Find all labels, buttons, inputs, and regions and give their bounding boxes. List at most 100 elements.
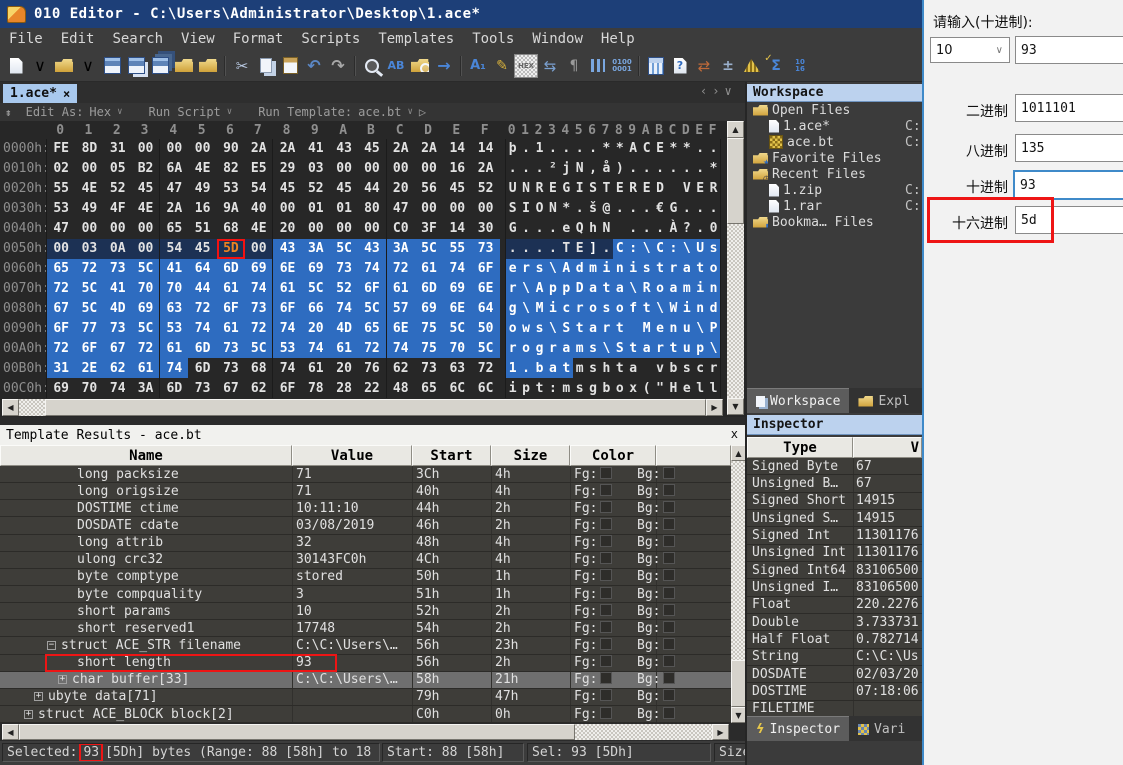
dock-tab-workspace[interactable]: Workspace [747, 388, 849, 413]
ascii-char[interactable]: U [506, 179, 519, 199]
hex-byte[interactable]: 82 [217, 159, 245, 179]
ascii-char[interactable]: S [586, 179, 599, 199]
hex-byte[interactable]: 75 [415, 338, 443, 358]
ascii-char[interactable]: ² [546, 159, 559, 179]
ascii-char[interactable]: " [653, 378, 666, 398]
inspector-row[interactable]: Unsigned S…14915 [747, 510, 922, 527]
inspector-rows[interactable]: Signed Byte67Unsigned B…67Signed Short14… [747, 458, 922, 718]
hex-byte[interactable]: 31 [104, 139, 132, 159]
ascii-char[interactable]: M [533, 298, 546, 318]
hex-byte[interactable]: 52 [302, 179, 330, 199]
hex-byte[interactable]: 65 [47, 259, 75, 279]
ascii-char[interactable]: P [707, 318, 720, 338]
hex-byte[interactable]: 6F [358, 278, 386, 298]
ascii-char[interactable]: C [640, 139, 653, 159]
hex-byte[interactable]: 6E [471, 278, 499, 298]
inspector-row[interactable]: Signed Short14915 [747, 493, 922, 510]
hex-byte[interactable]: 52 [330, 278, 358, 298]
ascii-char[interactable]: t [653, 259, 666, 279]
ascii-char[interactable]: r [667, 259, 680, 279]
hex-byte[interactable]: 6D [188, 338, 216, 358]
hex-byte[interactable]: 63 [443, 358, 471, 378]
converter-field-3[interactable]: 93 [1013, 170, 1123, 200]
hex-byte[interactable]: 43 [358, 239, 386, 259]
hex-row[interactable]: 0030h:53494F4E2A169A400001018047000000SI… [0, 199, 727, 219]
hex-byte[interactable]: 6F [273, 378, 301, 398]
paste-icon[interactable] [278, 54, 302, 78]
template-row[interactable]: short length9356h2hFg:Bg: [0, 655, 731, 672]
ascii-char[interactable]: S [560, 318, 573, 338]
hex-byte[interactable]: 00 [273, 199, 301, 219]
ascii-char[interactable]: t [600, 278, 613, 298]
expand-icon[interactable]: + [34, 692, 43, 701]
expand-icon[interactable]: + [24, 710, 33, 719]
ascii-char[interactable]: r [600, 318, 613, 338]
ascii-char[interactable]: G [667, 199, 680, 219]
hex-byte[interactable]: 53 [273, 338, 301, 358]
ascii-char[interactable]: r [573, 298, 586, 318]
find-icon[interactable] [360, 54, 384, 78]
inspector-row[interactable]: Double3.733731 [747, 614, 922, 631]
template-row[interactable]: +char buffer[33]C:\C:\Users\…58h21hFg:Bg… [0, 672, 731, 689]
ascii-char[interactable]: * [613, 139, 626, 159]
ascii-char[interactable]: N [573, 159, 586, 179]
ascii-char[interactable]: . [640, 159, 653, 179]
ascii-char[interactable]: E [640, 179, 653, 199]
hex-byte[interactable]: 45 [358, 139, 386, 159]
hex-byte[interactable]: 61 [415, 259, 443, 279]
hex-byte[interactable]: 61 [273, 278, 301, 298]
hex-byte[interactable]: 5C [330, 239, 358, 259]
ascii-char[interactable]: u [680, 338, 693, 358]
hex-byte[interactable]: 74 [245, 278, 273, 298]
hex-byte[interactable]: 90 [217, 139, 245, 159]
ascii-char[interactable]: i [546, 298, 559, 318]
ascii-char[interactable]: o [653, 278, 666, 298]
hex-byte[interactable]: 74 [160, 358, 188, 378]
ascii-char[interactable]: u [680, 318, 693, 338]
hex-byte[interactable]: 22 [358, 378, 386, 398]
hex-byte[interactable]: 41 [160, 259, 188, 279]
hex-byte[interactable]: 29 [273, 159, 301, 179]
hex-byte[interactable]: 00 [302, 219, 330, 239]
hex-byte[interactable]: 28 [330, 378, 358, 398]
hex-byte[interactable]: 00 [415, 199, 443, 219]
ascii-char[interactable]: . [533, 219, 546, 239]
ascii-char[interactable]: € [653, 199, 666, 219]
ascii-char[interactable]: \ [546, 259, 559, 279]
ascii-char[interactable]: a [640, 338, 653, 358]
ascii-char[interactable]: t [693, 259, 706, 279]
ascii-char[interactable]: \ [653, 298, 666, 318]
hex-byte[interactable]: 6A [160, 159, 188, 179]
hex-byte[interactable]: 30 [471, 219, 499, 239]
hex-byte[interactable]: 67 [217, 378, 245, 398]
hex-byte[interactable]: 40 [245, 199, 273, 219]
hex-byte[interactable]: 03 [302, 159, 330, 179]
ascii-char[interactable]: e [680, 378, 693, 398]
hex-byte[interactable]: 5C [471, 338, 499, 358]
ascii-char[interactable]: N [546, 199, 559, 219]
bg-color-swatch[interactable] [663, 707, 675, 719]
ascii-char[interactable]: A [627, 139, 640, 159]
ascii-char[interactable]: I [573, 179, 586, 199]
hex-byte[interactable]: 6F [273, 298, 301, 318]
bg-color-swatch[interactable] [663, 655, 675, 667]
ascii-char[interactable]: D [573, 278, 586, 298]
hex-byte[interactable]: 73 [188, 378, 216, 398]
hex-byte[interactable]: 6F [47, 318, 75, 338]
bg-color-swatch[interactable] [663, 518, 675, 530]
inspector-col-type[interactable]: Type [747, 437, 853, 458]
ascii-char[interactable]: c [693, 358, 706, 378]
bg-color-swatch[interactable] [663, 604, 675, 616]
hex-byte[interactable]: 5C [75, 298, 103, 318]
fg-color-swatch[interactable] [600, 587, 612, 599]
hex-byte[interactable]: 6D [415, 278, 443, 298]
hex-byte[interactable]: 5C [358, 298, 386, 318]
hex-byte[interactable]: 02 [47, 159, 75, 179]
ascii-char[interactable]: . [546, 139, 559, 159]
ascii-char[interactable]: o [613, 378, 626, 398]
converter-field-1[interactable]: 1011101 [1015, 94, 1123, 122]
hex-byte[interactable]: 75 [415, 318, 443, 338]
hex-scroll-down[interactable]: ▼ [727, 398, 744, 415]
ascii-char[interactable]: R [533, 179, 546, 199]
ascii-char[interactable]: . [600, 239, 613, 259]
